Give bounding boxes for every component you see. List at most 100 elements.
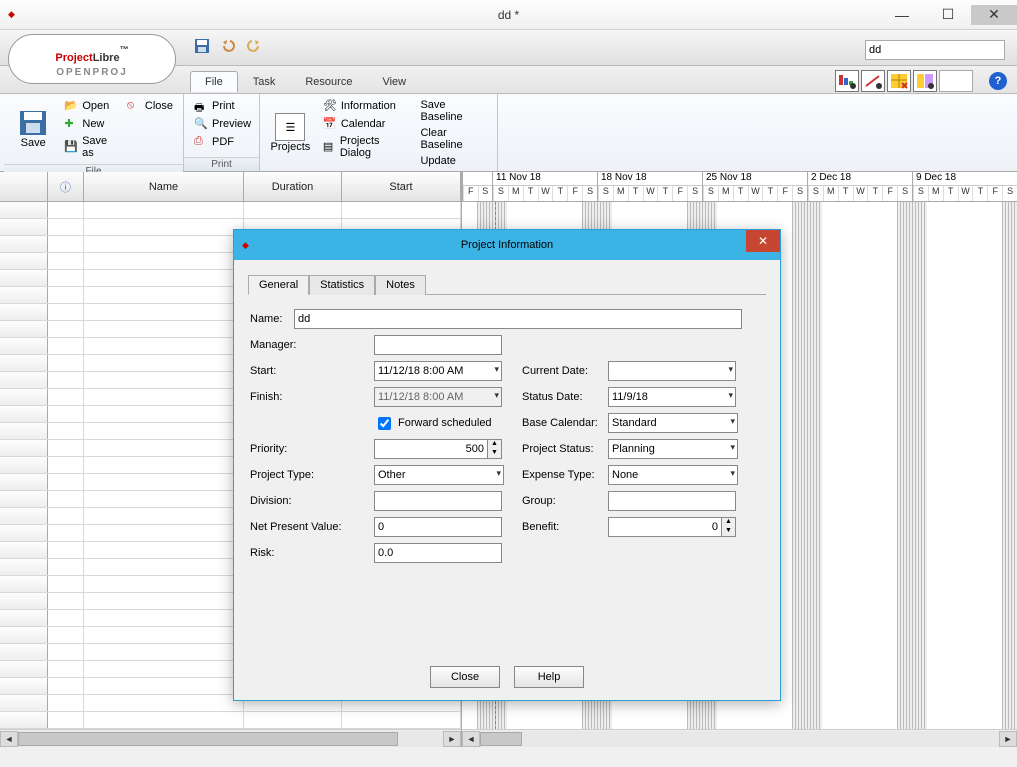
update-button[interactable]: Update — [418, 154, 489, 168]
forward-scheduled-input[interactable] — [378, 417, 391, 430]
qat-undo-icon[interactable] — [220, 38, 236, 57]
npv-field[interactable] — [374, 517, 502, 537]
view-blank-icon[interactable] — [939, 70, 973, 92]
grid-header-rownum[interactable] — [0, 172, 48, 201]
window-minimize-button[interactable]: — — [879, 5, 925, 25]
division-field[interactable] — [374, 491, 502, 511]
project-status-select[interactable]: Planning — [608, 439, 738, 459]
information-button[interactable]: 🛠Information — [321, 98, 411, 114]
table-row[interactable] — [0, 712, 461, 729]
dialog-titlebar[interactable]: ◆ Project Information ✕ — [234, 230, 780, 260]
spin-up-icon[interactable]: ▲ — [722, 518, 735, 527]
gantt-hscroll[interactable]: ◄ ► — [462, 729, 1017, 747]
open-button[interactable]: 📂Open — [62, 98, 117, 114]
benefit-input[interactable] — [608, 517, 722, 537]
group-field[interactable] — [608, 491, 736, 511]
label-expense-type: Expense Type: — [522, 469, 608, 481]
ribbon-tab-view[interactable]: View — [367, 71, 421, 92]
label-start: Start: — [250, 365, 374, 377]
saveas-icon: 💾 — [64, 140, 78, 154]
printer-icon: 🖶 — [194, 99, 208, 113]
titlebar-app-icon: ◆ — [8, 9, 15, 20]
dialog-tab-statistics[interactable]: Statistics — [309, 275, 375, 295]
dialog-tab-notes[interactable]: Notes — [375, 275, 426, 295]
pdf-button[interactable]: ⎙PDF — [192, 134, 253, 150]
calendar-button[interactable]: 📅Calendar — [321, 116, 411, 132]
preview-button[interactable]: 🔍Preview — [192, 116, 253, 132]
ribbon-panel: Save 📂Open ✚New 💾Save as ⦸Close File 🖶Pr… — [0, 94, 1017, 172]
grid-header-start[interactable]: Start — [342, 172, 461, 201]
grid-header-info-icon[interactable]: ⓘ — [48, 172, 84, 201]
project-type-select[interactable]: Other — [374, 465, 504, 485]
dialog-tabs: General Statistics Notes — [248, 274, 766, 295]
name-field[interactable] — [294, 309, 742, 329]
ribbon-tabs: File Task Resource View — [190, 68, 421, 92]
label-manager: Manager: — [250, 339, 374, 351]
risk-field[interactable] — [374, 543, 502, 563]
saveas-button[interactable]: 💾Save as — [62, 134, 117, 160]
dialog-tab-general[interactable]: General — [248, 275, 309, 295]
dialog-close-action-button[interactable]: Close — [430, 666, 500, 688]
spin-up-icon[interactable]: ▲ — [488, 440, 501, 449]
grid-header-name[interactable]: Name — [84, 172, 244, 201]
dialog-close-button[interactable]: ✕ — [746, 230, 780, 252]
dialog-help-button[interactable]: Help — [514, 666, 584, 688]
grid-hscroll[interactable]: ◄ ► — [0, 729, 461, 747]
new-button[interactable]: ✚New — [62, 116, 117, 132]
close-file-icon: ⦸ — [127, 99, 141, 113]
projects-dialog-button[interactable]: ▤Projects Dialog — [321, 134, 411, 160]
project-selector[interactable]: dd — [865, 40, 1005, 60]
file-close-button[interactable]: ⦸Close — [125, 98, 175, 114]
priority-input[interactable] — [374, 439, 488, 459]
help-icon[interactable]: ? — [989, 72, 1007, 90]
view-resources-icon[interactable] — [913, 70, 937, 92]
qat-redo-icon[interactable] — [246, 38, 262, 57]
scroll-right-icon[interactable]: ► — [999, 731, 1017, 747]
expense-type-select[interactable]: None — [608, 465, 738, 485]
label-finish: Finish: — [250, 391, 374, 403]
priority-stepper[interactable]: ▲▼ — [374, 439, 502, 459]
ribbon-tab-file[interactable]: File — [190, 71, 238, 92]
window-titlebar: ◆ dd * — ☐ ✕ — [0, 0, 1017, 30]
view-gantt-icon[interactable] — [835, 70, 859, 92]
scroll-left-icon[interactable]: ◄ — [0, 731, 18, 747]
label-base-calendar: Base Calendar: — [522, 417, 608, 429]
timeline-header[interactable]: FS11 Nov 18SMTWTFS18 Nov 18SMTWTFS25 Nov… — [462, 172, 1017, 202]
print-button[interactable]: 🖶Print — [192, 98, 253, 114]
spin-down-icon[interactable]: ▼ — [722, 527, 735, 536]
window-maximize-button[interactable]: ☐ — [925, 5, 971, 25]
app-logo: ProjectLibre™ OPENPROJ — [8, 34, 176, 84]
clear-baseline-button[interactable]: Clear Baseline — [418, 126, 489, 152]
save-baseline-button[interactable]: Save Baseline — [418, 98, 489, 124]
ribbon-group-print-label: Print — [184, 157, 259, 171]
ribbon-tab-resource[interactable]: Resource — [290, 71, 367, 92]
scroll-left-icon[interactable]: ◄ — [462, 731, 480, 747]
qat-save-icon[interactable] — [194, 38, 210, 57]
projects-button[interactable]: ☰ Projects — [268, 98, 313, 168]
dialog-app-icon: ◆ — [242, 240, 249, 251]
table-row[interactable] — [0, 202, 461, 219]
save-button[interactable]: Save — [12, 98, 54, 160]
label-group: Group: — [522, 495, 608, 507]
forward-scheduled-checkbox[interactable]: Forward scheduled — [374, 414, 502, 433]
view-wbs-icon[interactable] — [887, 70, 911, 92]
window-close-button[interactable]: ✕ — [971, 5, 1017, 25]
base-calendar-select[interactable]: Standard — [608, 413, 738, 433]
start-field[interactable] — [374, 361, 502, 381]
view-network-icon[interactable] — [861, 70, 885, 92]
spin-down-icon[interactable]: ▼ — [488, 449, 501, 458]
status-date-field[interactable] — [608, 387, 736, 407]
new-icon: ✚ — [64, 117, 78, 131]
calendar-icon: 📅 — [323, 117, 337, 131]
info-wrench-icon: 🛠 — [323, 99, 337, 113]
current-date-field[interactable] — [608, 361, 736, 381]
ribbon-tab-task[interactable]: Task — [238, 71, 291, 92]
label-status-date: Status Date: — [522, 391, 608, 403]
scroll-right-icon[interactable]: ► — [443, 731, 461, 747]
manager-field[interactable] — [374, 335, 502, 355]
grid-header-duration[interactable]: Duration — [244, 172, 342, 201]
projects-icon: ☰ — [275, 113, 305, 141]
benefit-stepper[interactable]: ▲▼ — [608, 517, 736, 537]
label-priority: Priority: — [250, 443, 374, 455]
label-name: Name: — [250, 313, 294, 325]
